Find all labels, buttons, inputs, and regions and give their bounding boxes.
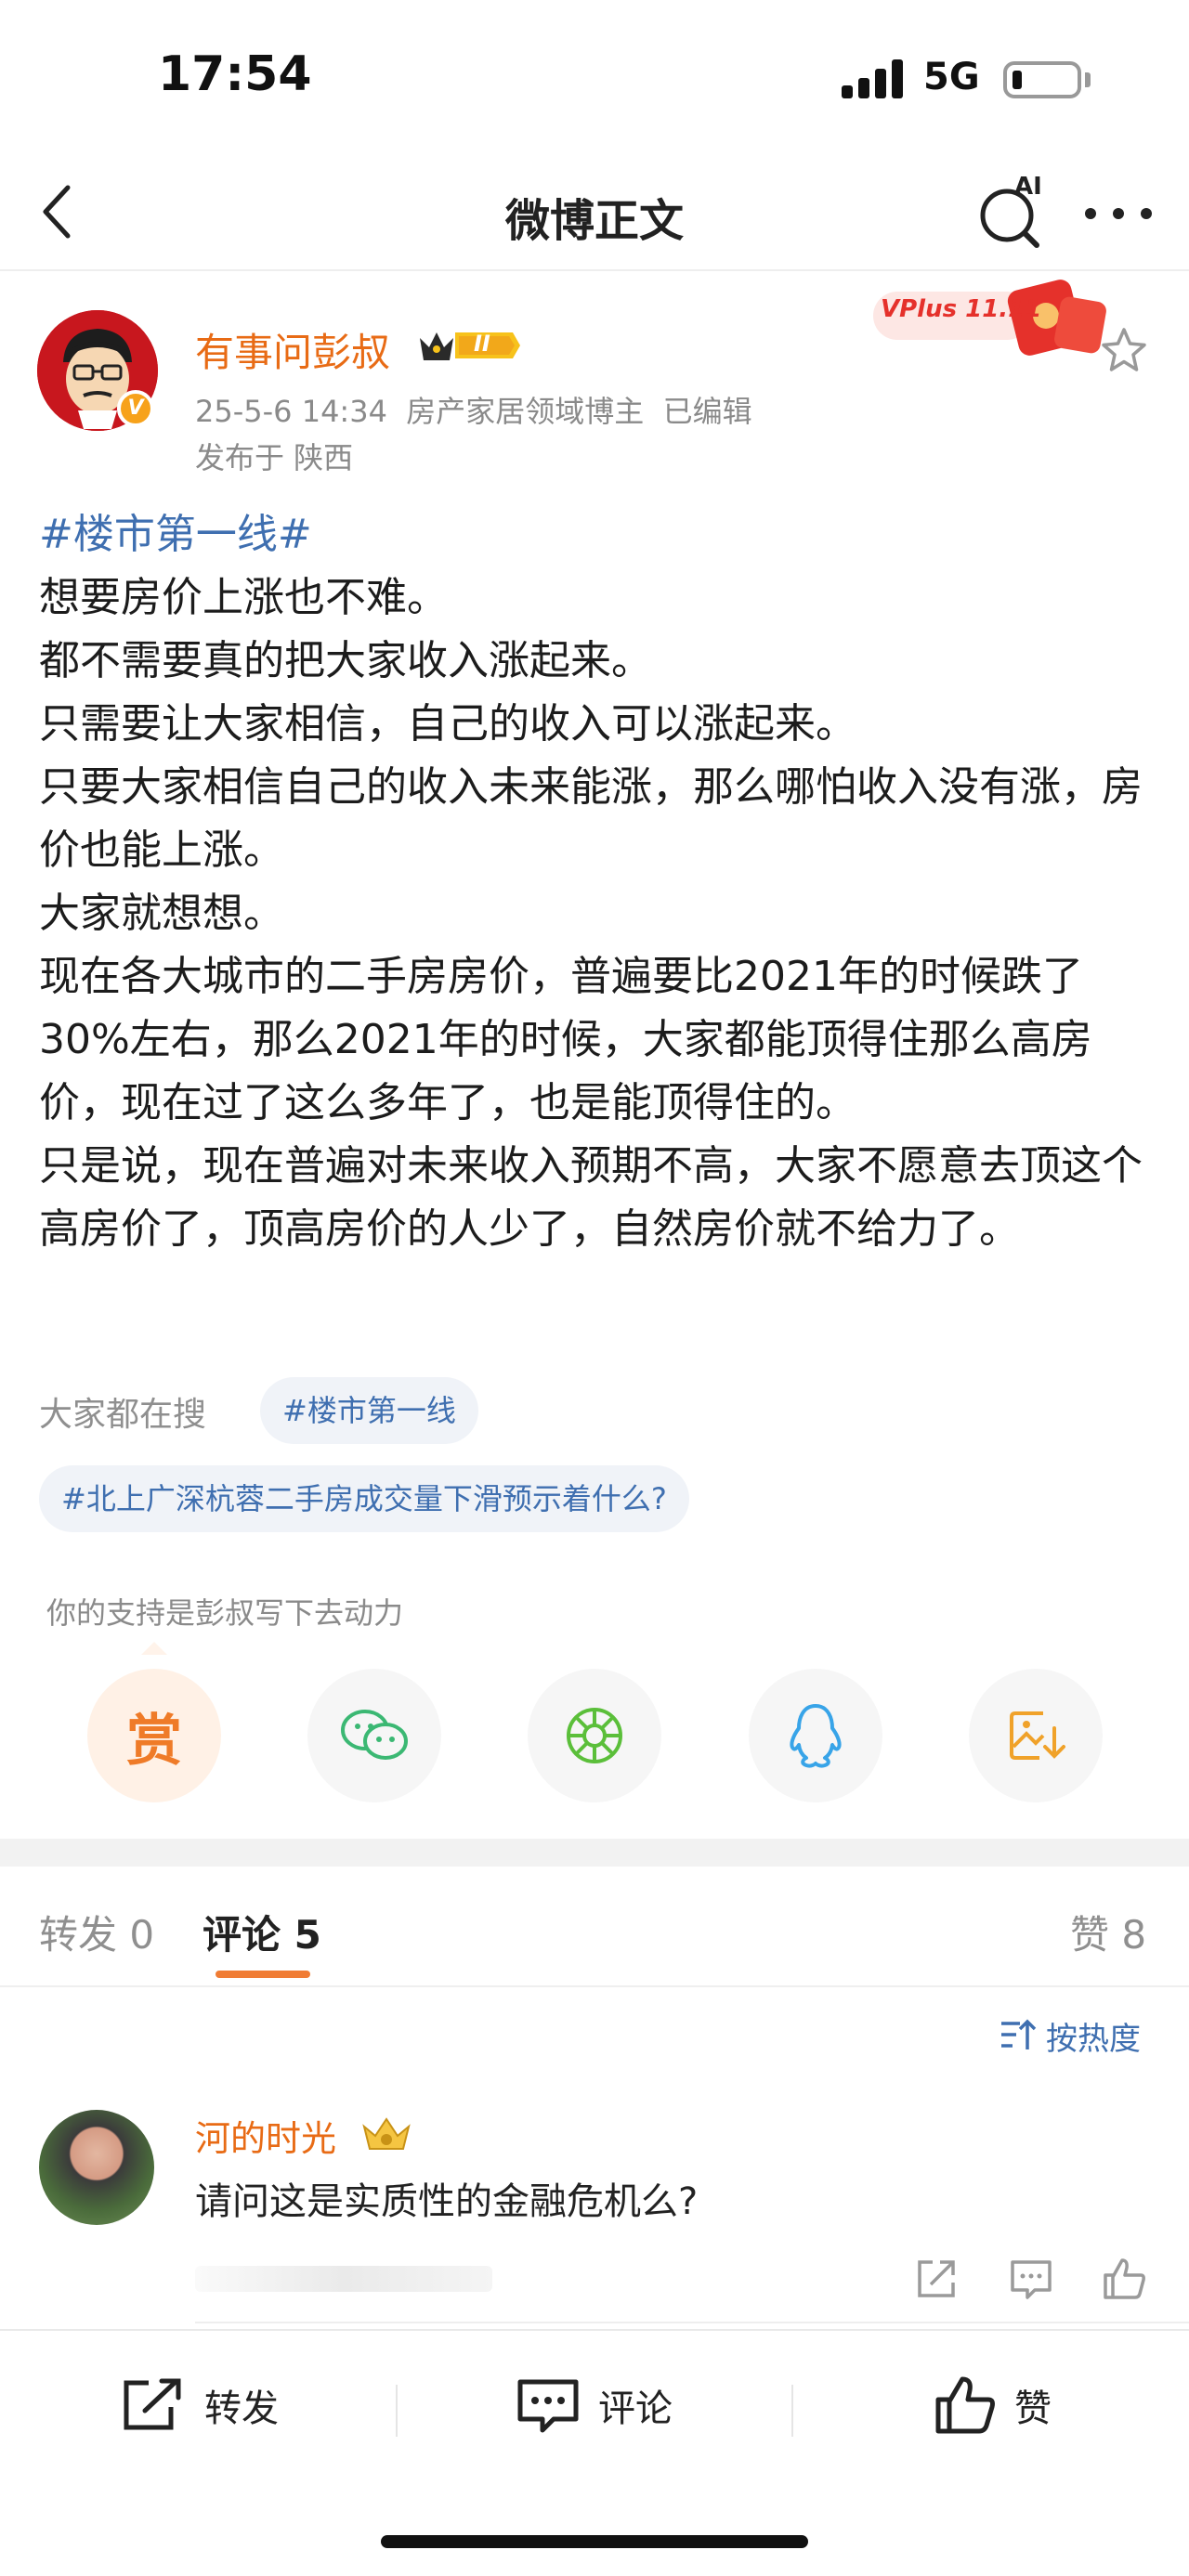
post-paragraph: 只要大家相信自己的收入未来能涨，那么哪怕收入没有涨，房价也能上涨。 — [39, 763, 1143, 874]
ai-label: AI — [1014, 173, 1042, 201]
thumbs-up-icon — [935, 2376, 995, 2434]
comment-like-button[interactable] — [1100, 2255, 1148, 2303]
post-paragraph: 都不需要真的把大家收入涨起来。 — [39, 637, 652, 684]
cellular-signal-icon — [842, 59, 907, 98]
home-indicator — [381, 2535, 808, 2548]
comment-button[interactable]: 评论 — [516, 2368, 673, 2442]
post-paragraph: 只需要让大家相信，自己的收入可以涨起来。 — [39, 700, 856, 748]
sort-by-hot-button[interactable]: 按热度 — [998, 2011, 1141, 2060]
crown-icon — [420, 332, 520, 360]
comment-share-button[interactable] — [912, 2255, 960, 2303]
tab-comments[interactable]: 评论 5 — [203, 1904, 321, 1960]
status-time: 17:54 — [158, 46, 312, 102]
post-paragraph: 只是说，现在普遍对未来收入预期不高，大家不愿意去顶这个高房价了，顶高房价的人少了… — [39, 1142, 1143, 1253]
moments-icon — [567, 1708, 622, 1763]
author-name[interactable]: 有事问彭叔 — [195, 321, 390, 378]
comment-text: 请问这是实质性的金融危机么? — [195, 2180, 699, 2223]
comment-reply-button[interactable] — [1007, 2255, 1055, 2303]
battery-icon — [1003, 61, 1081, 98]
sort-icon — [1001, 2019, 1037, 2049]
save-image-icon — [1010, 1711, 1065, 1760]
comment-avatar[interactable] — [39, 2110, 154, 2225]
vplus-promo-banner[interactable]: VPlus 11.11 — [873, 279, 1117, 362]
share-wechat-button[interactable] — [307, 1669, 441, 1802]
repost-icon — [124, 2378, 181, 2430]
comment-separator — [195, 2322, 1189, 2323]
repost-label: 转发 — [204, 2387, 279, 2430]
more-dots-icon — [1085, 208, 1096, 219]
search-tag[interactable]: #北上广深杭蓉二手房成交量下滑预示着什么? — [39, 1465, 689, 1532]
repost-button[interactable]: 转发 — [121, 2368, 279, 2442]
favorite-star-button[interactable] — [1098, 325, 1150, 377]
comment-icon — [1011, 2260, 1052, 2299]
verified-badge: V — [117, 390, 154, 427]
qq-icon — [790, 1704, 842, 1768]
reward-icon: 赏 — [126, 1708, 182, 1774]
section-divider — [0, 1839, 1189, 1867]
thumbs-up-icon — [1104, 2258, 1145, 2299]
post-paragraph: 想要房价上涨也不难。 — [39, 574, 448, 621]
back-button[interactable] — [24, 176, 89, 247]
battery-tip — [1085, 72, 1091, 87]
topic-link[interactable]: #楼市第一线# — [39, 511, 312, 558]
star-icon — [1102, 328, 1146, 371]
reward-button[interactable]: 赏 — [87, 1669, 221, 1802]
comment-meta-blurred — [195, 2266, 492, 2292]
level-text: II — [474, 331, 490, 357]
chevron-left-icon — [43, 185, 71, 239]
wechat-icon — [341, 1710, 408, 1760]
share-qq-button[interactable] — [749, 1669, 882, 1802]
more-button[interactable] — [1085, 186, 1152, 241]
comment-user-badge — [360, 2115, 412, 2156]
share-icon — [918, 2260, 955, 2297]
post-meta: 25-5-6 14:34 房产家居领域博主 已编辑 — [195, 394, 752, 429]
share-moments-button[interactable] — [528, 1669, 661, 1802]
vplus-label: VPlus 11.11 — [881, 295, 1042, 323]
more-dot — [1141, 208, 1152, 219]
nav-bar: 微博正文 AI — [0, 158, 1189, 271]
active-tab-underline — [216, 1971, 310, 1978]
sort-label: 按热度 — [1046, 2020, 1141, 2058]
search-tag[interactable]: #楼市第一线 — [260, 1377, 478, 1444]
tab-reposts[interactable]: 转发 0 — [39, 1904, 154, 1960]
more-dot — [1113, 208, 1124, 219]
post-body: #楼市第一线# 想要房价上涨也不难。 都不需要真的把大家收入涨起来。 只需要让大… — [39, 503, 1154, 1261]
like-button[interactable]: 赞 — [934, 2368, 1052, 2442]
bottom-divider — [396, 2385, 398, 2437]
crown-badge-icon — [362, 2117, 411, 2150]
comment-icon — [517, 2379, 579, 2433]
trending-search-label: 大家都在搜 — [39, 1396, 207, 1434]
comment-username[interactable]: 河的时光 — [195, 2110, 336, 2161]
author-avatar[interactable]: V — [37, 310, 158, 431]
save-image-button[interactable] — [969, 1669, 1103, 1802]
support-text: 你的支持是彭叔写下去动力 — [46, 1595, 404, 1631]
tab-likes[interactable]: 赞 8 — [1070, 1904, 1146, 1960]
post-paragraph: 大家就想想。 — [39, 890, 284, 937]
member-level-badge[interactable]: II — [416, 325, 522, 366]
interaction-tabs: 转发 0 评论 5 赞 8 — [0, 1867, 1189, 1987]
comment-label: 评论 — [598, 2387, 673, 2430]
status-bar: 17:54 5G — [0, 0, 1189, 158]
network-type: 5G — [923, 56, 980, 98]
like-label: 赞 — [1014, 2387, 1052, 2430]
tooltip-pointer — [141, 1642, 167, 1655]
ai-search-button[interactable]: AI — [977, 173, 1052, 251]
bottom-divider — [791, 2385, 793, 2437]
post-paragraph: 现在各大城市的二手房房价，普遍要比2021年的时候跌了30%左右，那么2021年… — [39, 953, 1092, 1126]
post-location: 发布于 陕西 — [195, 440, 354, 475]
